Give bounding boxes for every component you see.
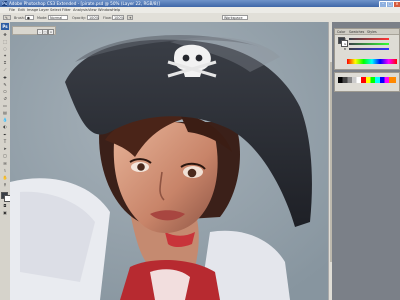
flow-input[interactable]: 100% (112, 15, 124, 20)
gradient-tool-icon[interactable]: ▤ (2, 110, 8, 115)
menu-image[interactable]: Image (27, 8, 38, 12)
slice-tool-icon[interactable]: ⟋ (2, 67, 8, 72)
type-tool-icon[interactable]: T (2, 139, 8, 144)
menu-filter[interactable]: Filter (62, 8, 71, 12)
document-window-header: – □ × (12, 26, 56, 35)
workspace-select[interactable]: Workspace (222, 15, 248, 20)
shape-tool-icon[interactable]: ▢ (2, 153, 8, 158)
hand-tool-icon[interactable]: ✋ (2, 175, 8, 180)
tab-swatches[interactable]: Swatches (349, 30, 364, 34)
opacity-input[interactable]: 100% (87, 15, 99, 20)
menu-analysis[interactable]: Analysis (73, 8, 88, 12)
history-brush-tool-icon[interactable]: ↺ (2, 96, 8, 101)
menu-select[interactable]: Select (50, 8, 61, 12)
color-panel: Color Swatches Styles R G B (334, 28, 400, 70)
pen-tool-icon[interactable]: ✒ (2, 132, 8, 137)
flow-label: Flow: (103, 16, 112, 20)
brush-preset-picker[interactable]: ● (25, 15, 34, 20)
mode-label: Mode: (37, 16, 48, 20)
healing-brush-tool-icon[interactable]: ✚ (2, 75, 8, 80)
dodge-tool-icon[interactable]: ◐ (2, 124, 8, 129)
slider-r[interactable]: R (344, 37, 389, 41)
color-spectrum-bar[interactable] (347, 59, 397, 64)
magic-wand-tool-icon[interactable]: ✦ (2, 53, 8, 58)
eraser-tool-icon[interactable]: ▭ (2, 103, 8, 108)
slider-g-label: G (344, 42, 347, 46)
window-title-bar: Ps Adobe Photoshop CS3 Extended - [pirat… (0, 0, 400, 8)
tab-styles[interactable]: Styles (367, 30, 377, 34)
slider-b[interactable]: B (344, 47, 389, 51)
opacity-label: Opacity: (72, 16, 86, 20)
photoshop-app-icon: Ps (2, 1, 8, 6)
slider-r-label: R (344, 37, 347, 41)
slider-g[interactable]: G (344, 42, 389, 46)
slider-b-label: B (344, 47, 347, 51)
airbrush-icon[interactable]: ✈ (127, 15, 133, 20)
photoshop-logo-icon: Ps (1, 23, 9, 30)
menu-view[interactable]: View (88, 8, 97, 12)
screen-mode-icon[interactable]: ▣ (2, 210, 8, 215)
swatch-grid[interactable] (338, 77, 396, 83)
brush-label: Brush: (14, 16, 25, 20)
pirate-painting (10, 22, 332, 300)
brush-tool-icon[interactable]: ✎ (2, 82, 8, 87)
menu-file[interactable]: File (9, 8, 15, 12)
swatches-panel (334, 72, 400, 92)
menu-edit[interactable]: Edit (18, 8, 25, 12)
move-tool-icon[interactable]: ✥ (2, 32, 8, 37)
clone-stamp-tool-icon[interactable]: ⎔ (2, 89, 8, 94)
marquee-tool-icon[interactable]: ⬚ (2, 39, 8, 44)
lasso-tool-icon[interactable]: ◌ (2, 46, 8, 51)
right-panel-dock: Color Swatches Styles R G B (332, 22, 400, 300)
document-canvas[interactable] (10, 22, 332, 300)
tab-color[interactable]: Color (337, 30, 345, 34)
brush-tool-icon[interactable]: ✎ (3, 15, 11, 20)
path-selection-tool-icon[interactable]: ➤ (2, 146, 8, 151)
menu-help[interactable]: Help (112, 8, 120, 12)
notes-tool-icon[interactable]: ✉ (2, 161, 8, 166)
blur-tool-icon[interactable]: 💧 (2, 117, 8, 122)
eyedropper-tool-icon[interactable]: ⌇ (2, 168, 8, 173)
menu-window[interactable]: Window (98, 8, 112, 12)
window-title: Adobe Photoshop CS3 Extended - [pirate.p… (9, 1, 160, 6)
crop-tool-icon[interactable]: ⌗ (2, 60, 8, 65)
menu-layer[interactable]: Layer (39, 8, 49, 12)
color-panel-tabs: Color Swatches Styles (335, 29, 399, 35)
zoom-tool-icon[interactable]: ⚲ (2, 182, 8, 187)
mode-select[interactable]: Normal (48, 15, 68, 20)
doc-close-button[interactable]: × (48, 28, 54, 35)
quick-mask-icon[interactable]: ◘ (2, 203, 8, 208)
